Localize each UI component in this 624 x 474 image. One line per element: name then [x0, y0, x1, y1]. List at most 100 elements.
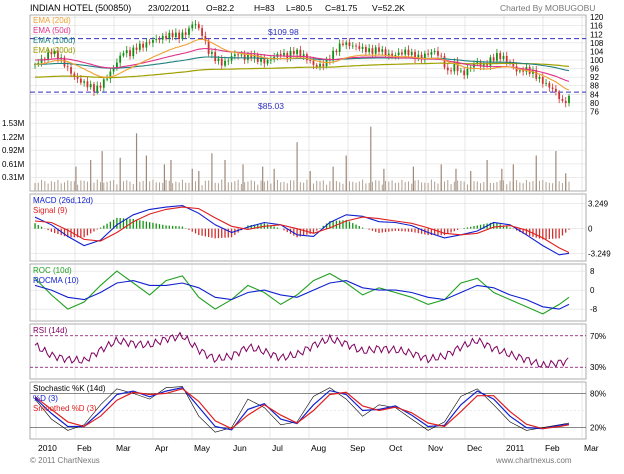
price-candle-body: [381, 49, 384, 52]
price-candle-body: [374, 47, 377, 54]
price-candle-body: [463, 70, 466, 76]
price-candle-body: [296, 49, 298, 55]
price-candle-body: [129, 50, 131, 57]
price-candle-body: [233, 54, 236, 57]
price-candle-body: [309, 60, 312, 61]
x-tick-label: Mar: [116, 443, 131, 453]
price-candle-body: [338, 43, 341, 53]
price-candle-body: [165, 35, 167, 39]
price-candle-body: [106, 78, 108, 80]
price-y-tick: 92: [590, 73, 599, 82]
macd-y-tick: -3.249: [588, 250, 611, 259]
price-y-tick: 76: [590, 107, 599, 116]
price-candle-body: [40, 58, 43, 63]
price-candle-body: [240, 54, 243, 56]
price-candle-body: [207, 40, 210, 54]
high-value: H=83: [254, 3, 275, 13]
legend-rsi: RSI (14d): [33, 326, 68, 335]
roc-y-tick: -8: [590, 305, 598, 314]
price-candle-body: [269, 59, 272, 61]
price-candle-body: [502, 55, 505, 60]
price-candle-body: [283, 52, 285, 56]
price-candle-body: [427, 53, 430, 55]
open-value: O=82.2: [206, 3, 234, 13]
price-candle-body: [89, 84, 92, 88]
price-candle-body: [312, 60, 315, 65]
x-tick-label: Aug: [311, 443, 326, 453]
legend-roc: ROC (10d): [33, 266, 72, 275]
price-candle-body: [558, 91, 561, 100]
price-candle-body: [348, 42, 351, 46]
price-candle-body: [122, 53, 125, 56]
price-y-tick: 108: [590, 39, 604, 48]
legend-ema200: EMA (200d): [33, 46, 76, 55]
price-candle-body: [158, 39, 161, 40]
price-candle-body: [174, 32, 177, 38]
price-candle-body: [551, 87, 554, 89]
chart-credit: Charted By MOBUGOBU: [500, 3, 595, 13]
x-tick-label: Apr: [155, 443, 168, 453]
legend-stoch-k: Stochastic %K (14d): [33, 384, 106, 393]
price-candle-body: [79, 78, 82, 83]
volume-y-tick: 0.92M: [2, 146, 25, 155]
price-candle-body: [499, 53, 502, 60]
price-candle-body: [541, 76, 544, 84]
chart-date: 23/02/2011: [148, 3, 190, 13]
price-candle-body: [243, 54, 246, 60]
volume-y-tick: 1.53M: [2, 119, 25, 128]
price-y-tick: 80: [590, 99, 599, 108]
footer-copyright: © 2011 ChartNexus: [30, 456, 100, 465]
macd-y-tick: 3.249: [588, 200, 609, 209]
price-candle-body: [443, 56, 446, 68]
price-candle-body: [505, 55, 508, 62]
legend-rocma: ROCMA (10): [33, 276, 79, 285]
price-candle-body: [220, 58, 223, 66]
price-candle-body: [450, 70, 452, 72]
price-candle-body: [191, 24, 194, 29]
price-candle-body: [217, 58, 220, 62]
chart-title: INDIAN HOTEL (500850): [30, 3, 131, 13]
x-tick-label: Feb: [545, 443, 560, 453]
rsi-y-tick: 30%: [590, 363, 606, 372]
legend-ema20: EMA (20d): [33, 16, 71, 25]
price-candle-body: [188, 28, 190, 35]
price-candle-body: [440, 55, 443, 57]
price-candle-body: [142, 43, 145, 48]
price-candle-body: [201, 28, 203, 36]
price-candle-body: [138, 43, 141, 50]
price-candle-body: [286, 52, 289, 59]
price-candle-body: [211, 52, 213, 54]
price-y-tick: 112: [590, 30, 603, 39]
price-candle-body: [197, 24, 200, 29]
price-candle-body: [99, 85, 102, 88]
price-candle-body: [548, 83, 551, 88]
x-tick-label: Oct: [389, 443, 403, 453]
price-candle-body: [181, 32, 184, 40]
footer-url: www.chartnexus.com: [495, 456, 572, 465]
stoch-y-tick: 20%: [590, 424, 606, 433]
price-candle-body: [86, 81, 89, 88]
volume-y-tick: 1.22M: [2, 133, 25, 142]
price-candle-body: [227, 60, 230, 62]
volume-y-tick: 0.61M: [2, 160, 25, 169]
price-candle-body: [322, 63, 325, 67]
price-candle-body: [145, 42, 148, 48]
price-candle-body: [292, 50, 295, 55]
price-y-tick: 100: [590, 56, 604, 65]
price-y-tick: 120: [590, 13, 604, 22]
ref-label-low: $85.03: [258, 101, 284, 111]
price-candle-body: [554, 88, 557, 92]
price-candle-body: [433, 51, 436, 53]
price-candle-body: [125, 50, 128, 54]
x-tick-label: May: [194, 443, 211, 453]
price-candle-body: [361, 46, 364, 49]
price-candle-body: [410, 51, 413, 56]
price-candle-body: [230, 56, 233, 61]
price-candle-body: [446, 67, 449, 71]
price-candle-body: [568, 95, 570, 104]
rsi-y-tick: 70%: [590, 332, 606, 341]
price-candle-body: [489, 57, 492, 66]
price-candle-body: [342, 43, 344, 45]
price-candle-body: [161, 35, 164, 40]
volume-y-tick: 0.31M: [2, 173, 25, 182]
